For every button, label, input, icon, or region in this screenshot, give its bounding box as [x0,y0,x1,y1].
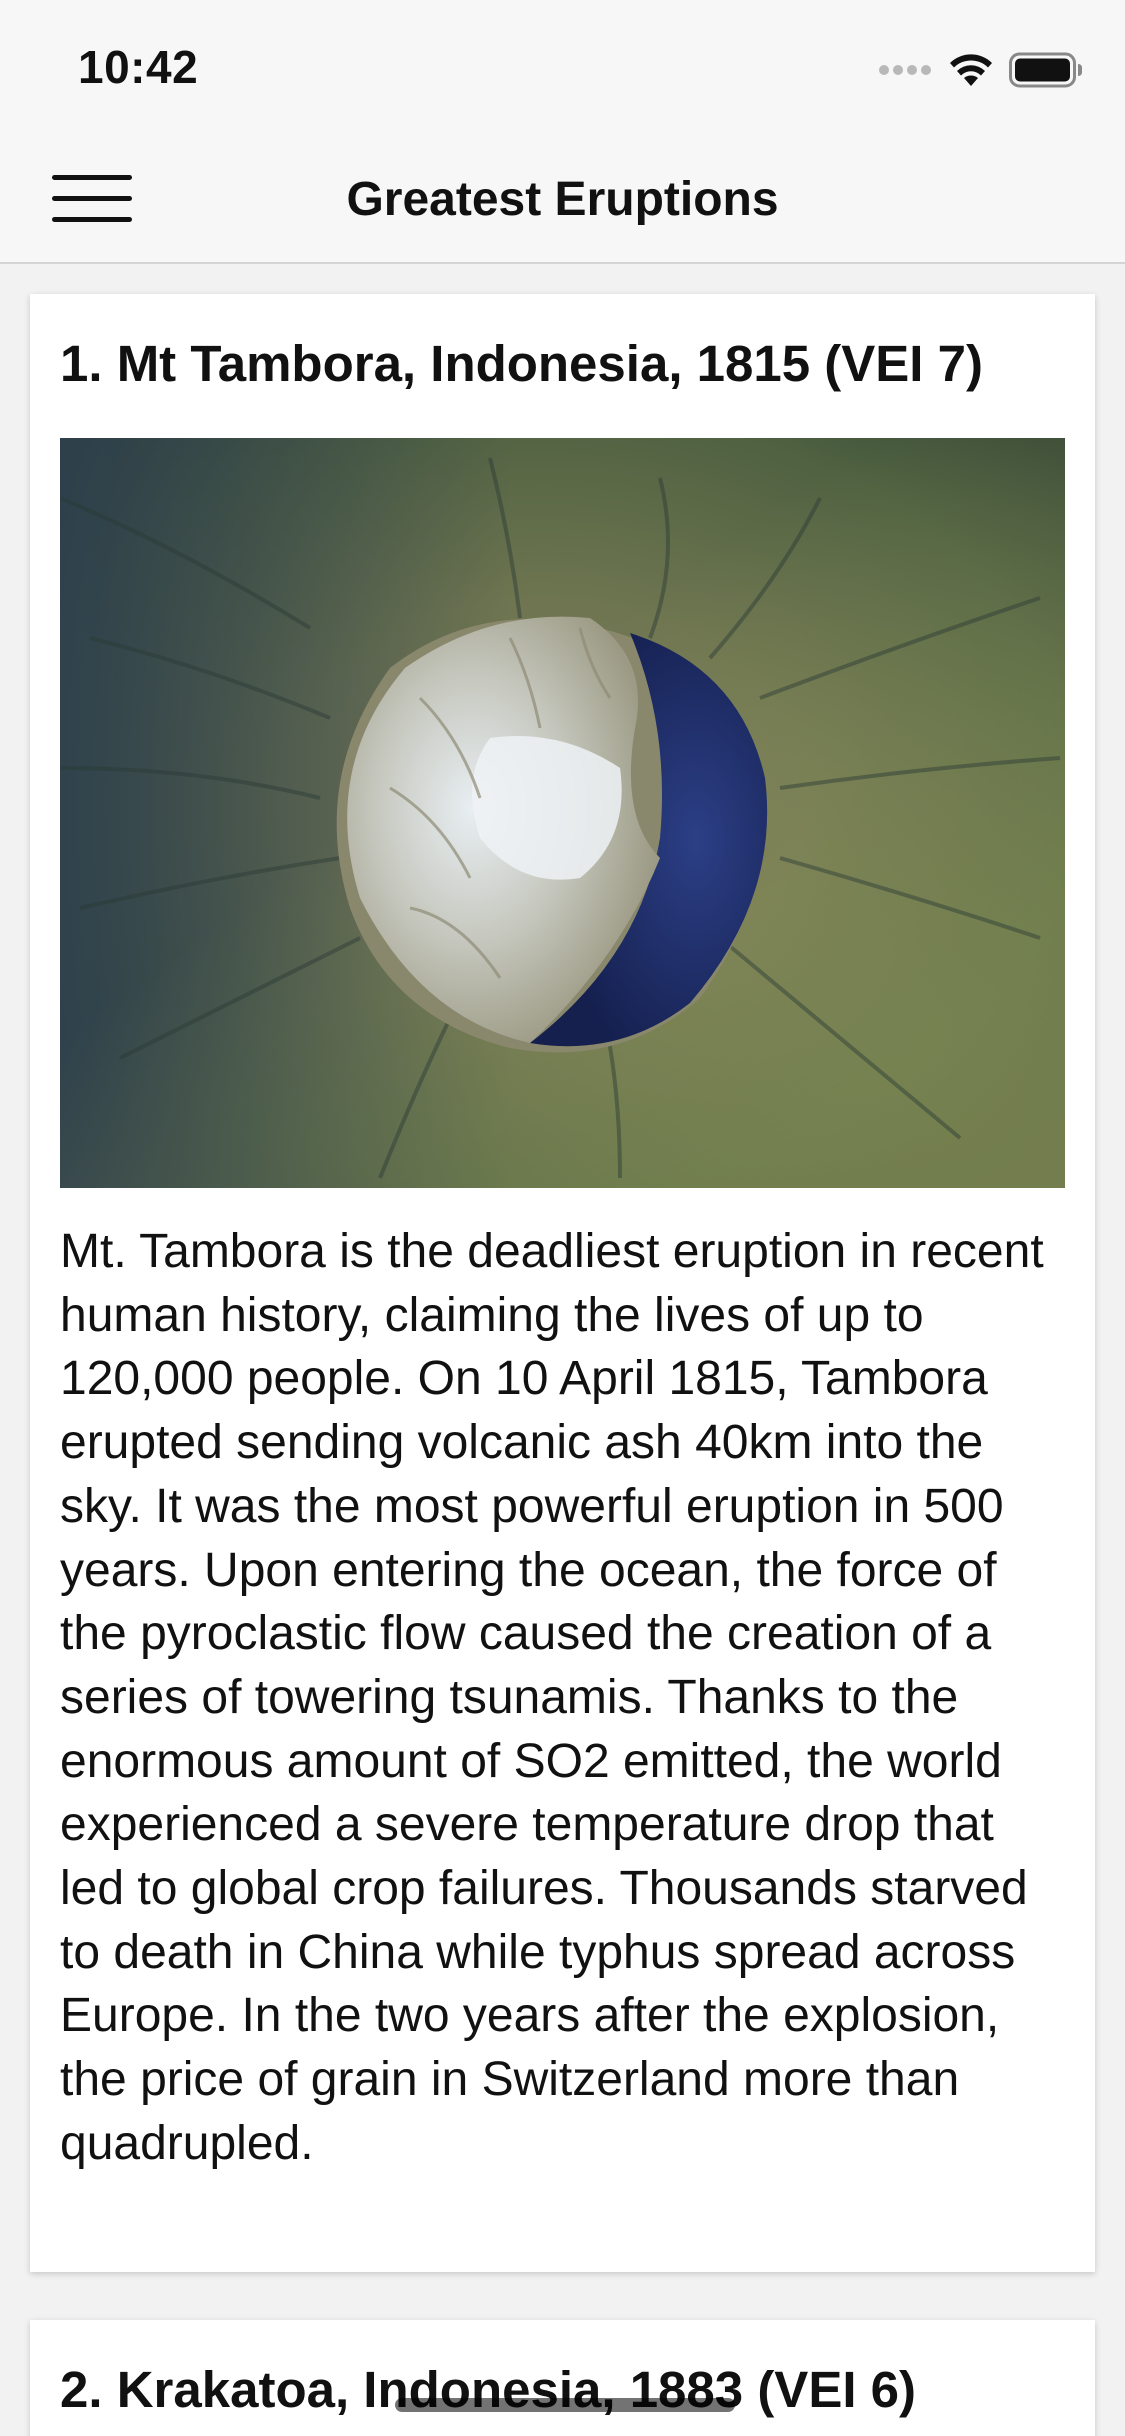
wifi-icon [950,54,992,86]
eruption-description: Mt. Tambora is the deadliest eruption in… [60,1225,1044,2170]
signal-dots-icon [879,65,931,75]
eruption-card: 2. Krakatoa, Indonesia, 1883 (VEI 6) [30,2320,1095,2436]
battery-icon [1009,52,1082,88]
status-icons [879,48,1083,92]
tambora-caldera-photo [60,438,1065,1188]
eruption-card: 1. Mt Tambora, Indonesia, 1815 (VEI 7) M… [30,294,1095,2272]
status-bar: 10:42 [0,0,1125,132]
home-indicator[interactable] [395,2398,735,2412]
eruption-list[interactable]: 1. Mt Tambora, Indonesia, 1815 (VEI 7) M… [0,264,1125,2436]
eruption-title: 1. Mt Tambora, Indonesia, 1815 (VEI 7) [60,335,983,392]
status-time: 10:42 [78,41,199,93]
nav-bar: Greatest Eruptions [0,132,1125,264]
page-title: Greatest Eruptions [346,173,779,226]
